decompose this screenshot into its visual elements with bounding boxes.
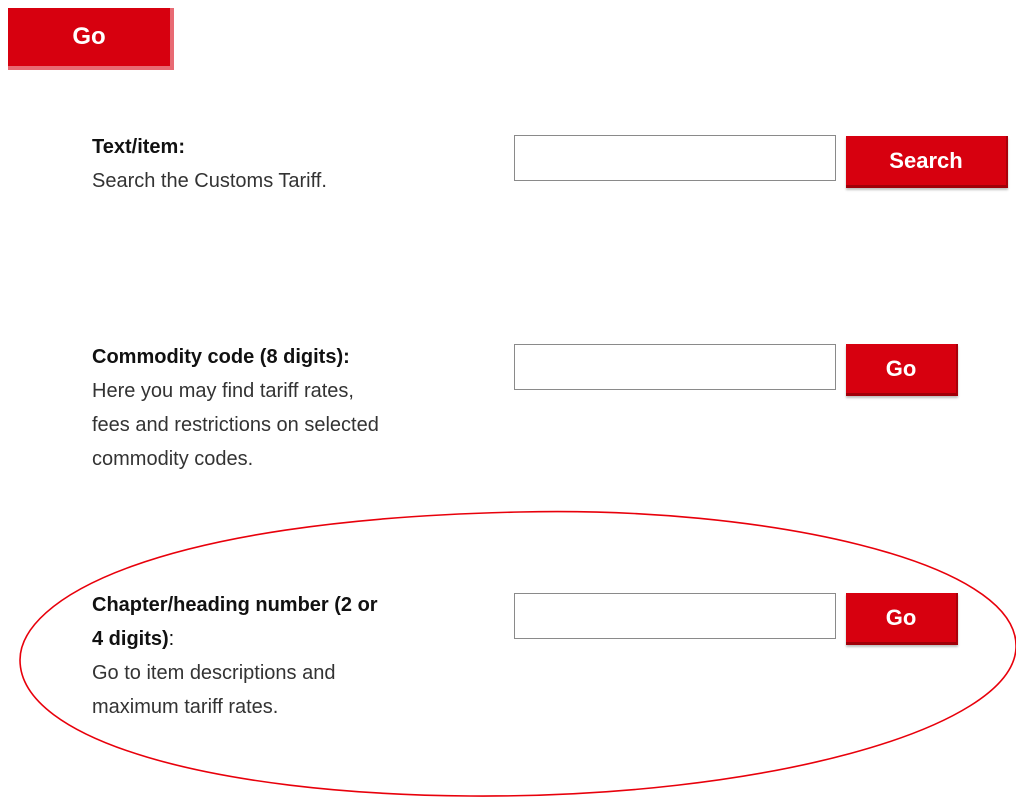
text-search-heading: Text/item:	[92, 136, 185, 158]
commodity-description-line-2: fees and restrictions on selected	[92, 414, 379, 436]
commodity-description-line-1: Here you may find tariff rates,	[92, 380, 354, 402]
chapter-heading-line-1: Chapter/heading number (2 or	[92, 594, 378, 616]
text-search-description: Search the Customs Tariff.	[92, 170, 327, 192]
go-button-top[interactable]: Go	[8, 8, 174, 70]
commodity-section: Commodity code (8 digits): Here you may …	[92, 340, 379, 476]
chapter-go-button[interactable]: Go	[846, 593, 958, 645]
chapter-heading-line-2: 4 digits):	[92, 622, 378, 656]
chapter-heading-line-2-text: 4 digits)	[92, 628, 169, 650]
text-search-section: Text/item: Search the Customs Tariff.	[92, 130, 327, 198]
commodity-code-input[interactable]	[514, 344, 836, 390]
commodity-description-line-3: commodity codes.	[92, 448, 254, 470]
chapter-heading-colon: :	[168, 628, 175, 650]
commodity-heading: Commodity code (8 digits):	[92, 346, 350, 368]
chapter-description-line-2: maximum tariff rates.	[92, 696, 279, 718]
chapter-section: Chapter/heading number (2 or 4 digits): …	[92, 588, 378, 724]
commodity-go-button[interactable]: Go	[846, 344, 958, 396]
text-search-input[interactable]	[514, 135, 836, 181]
search-button[interactable]: Search	[846, 136, 1008, 188]
chapter-description-line-1: Go to item descriptions and	[92, 662, 336, 684]
chapter-number-input[interactable]	[514, 593, 836, 639]
